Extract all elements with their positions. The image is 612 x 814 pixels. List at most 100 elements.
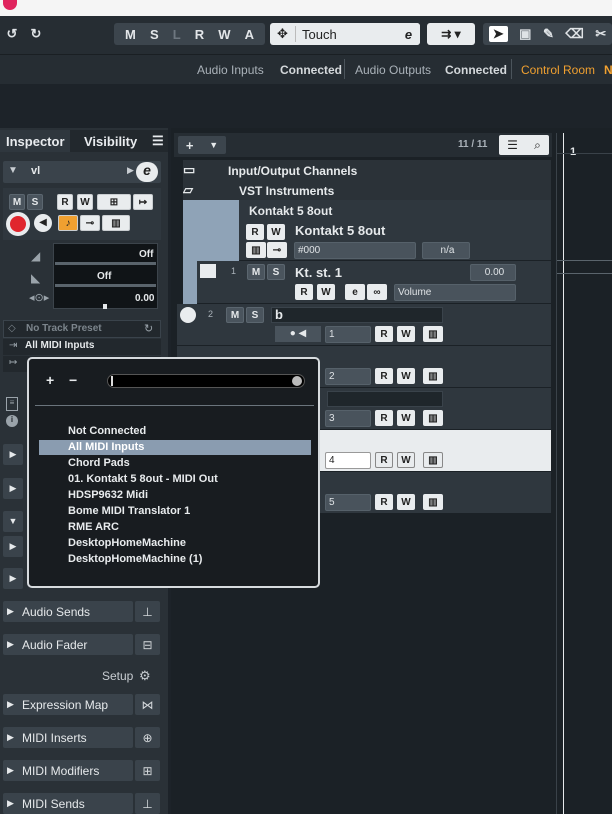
inspector-track-header[interactable]: ▼ vl ▶ e (3, 161, 161, 183)
list-view-icon[interactable]: ☰ (507, 138, 518, 152)
add-button[interactable]: + (46, 372, 54, 388)
section-expand-icon[interactable]: ▶ (3, 536, 23, 557)
menu-icon[interactable]: ☰ (146, 130, 166, 152)
list-icon[interactable]: ≡ (6, 397, 18, 411)
edit-in-place-icon[interactable]: ↦ (133, 194, 153, 210)
track-preset-row[interactable]: ◇ No Track Preset ↻ (3, 320, 161, 338)
tab-visibility[interactable]: Visibility (78, 130, 144, 152)
section-midi-inserts[interactable]: ▶ MIDI Inserts (3, 727, 133, 748)
nudge-mode-select[interactable]: ⇉ ▾ (427, 23, 475, 45)
section-expand-icon[interactable]: ▶ (3, 444, 23, 465)
playhead[interactable] (563, 133, 564, 814)
color-field[interactable]: #000 (294, 242, 416, 259)
listen-mode-button[interactable]: L (173, 27, 181, 42)
keyboard-icon[interactable]: ▥ (423, 410, 443, 426)
midi-channel[interactable]: 1 (325, 326, 371, 343)
write-button[interactable]: W (397, 368, 415, 384)
read-button[interactable]: R (375, 368, 393, 384)
volume-slider[interactable] (55, 262, 156, 265)
collapse-icon[interactable]: ▼ (8, 165, 18, 176)
inserts-icon[interactable]: ⊕ (135, 727, 160, 748)
search-input[interactable] (107, 374, 305, 388)
split-tool-icon[interactable]: ✂ (595, 26, 606, 42)
monitor-icon[interactable]: ◀ (34, 214, 52, 232)
keyboard-icon[interactable]: ▥ (423, 494, 443, 510)
e-icon[interactable]: e (345, 284, 365, 300)
menu-item[interactable]: DesktopHomeMachine (39, 536, 311, 551)
pan-slider[interactable] (55, 284, 156, 287)
tab-inspector[interactable]: Inspector (0, 130, 70, 152)
write-button[interactable]: W (397, 452, 415, 468)
midi-channel[interactable]: 5 (325, 494, 371, 511)
section-midi-sends[interactable]: ▶ MIDI Sends (3, 793, 133, 814)
menu-item-selected[interactable]: All MIDI Inputs (39, 440, 311, 455)
write-button[interactable]: W (317, 284, 335, 300)
pointer-tool-icon[interactable]: ➤ (488, 26, 508, 42)
expression-map-icon[interactable]: ⋈ (135, 694, 160, 715)
solo-button[interactable]: S (246, 307, 264, 323)
solo-button[interactable]: S (27, 194, 43, 210)
e-icon[interactable]: e (397, 23, 420, 45)
add-track-button[interactable]: + ▼ (178, 136, 226, 154)
folder-track-vst[interactable]: ▱ VST Instruments (177, 180, 551, 200)
redo-icon[interactable]: ↻ (26, 23, 46, 45)
read-button[interactable]: R (375, 410, 393, 426)
erase-tool-icon[interactable]: ⌫ (565, 26, 583, 42)
section-expand-icon[interactable]: ▶ (3, 478, 23, 499)
solo-mode-button[interactable]: S (150, 27, 159, 42)
menu-item[interactable]: Not Connected (39, 424, 311, 439)
menu-item[interactable]: DesktopHomeMachine (1) (39, 552, 311, 567)
gear-icon[interactable]: ⚙ (139, 668, 151, 684)
write-button[interactable]: W (397, 410, 415, 426)
audio-inputs-label[interactable]: Audio Inputs (197, 63, 264, 77)
section-midi-modifiers[interactable]: ▶ MIDI Modifiers (3, 760, 133, 781)
automation-param[interactable]: Volume (394, 284, 516, 301)
menu-item[interactable]: Bome MIDI Translator 1 (39, 504, 311, 519)
midi-input-row[interactable]: ⇥ All MIDI Inputs (3, 339, 161, 355)
draw-tool-icon[interactable]: ✎ (543, 26, 554, 42)
lock-icon[interactable]: ⊸ (267, 242, 287, 258)
read-button[interactable]: R (295, 284, 313, 300)
automation-expand-icon[interactable]: ⊞ (97, 194, 131, 210)
menu-item[interactable]: 01. Kontakt 5 8out - MIDI Out (39, 472, 311, 487)
midi-channel[interactable]: 3 (325, 410, 371, 427)
mute-button[interactable]: M (9, 194, 25, 210)
write-button[interactable]: W (397, 326, 415, 342)
mute-button[interactable]: M (226, 307, 244, 323)
delay-handle[interactable] (103, 304, 107, 309)
link-icon[interactable]: ∞ (367, 284, 387, 300)
a-mode-button[interactable]: A (245, 27, 254, 42)
write-button[interactable]: W (267, 224, 285, 240)
record-enable-button[interactable] (6, 212, 30, 236)
midi-channel[interactable]: 4 (325, 452, 371, 469)
read-button[interactable]: R (375, 326, 393, 342)
keyboard-icon[interactable]: ▥ (423, 326, 443, 342)
mute-button[interactable]: M (247, 264, 265, 280)
solo-button[interactable]: S (267, 264, 285, 280)
audio-outputs-label[interactable]: Audio Outputs (355, 63, 431, 77)
keyboard-icon[interactable]: ▥ (102, 215, 130, 231)
reset-icon[interactable]: ↻ (144, 322, 153, 335)
range-tool-icon[interactable]: ▣ (519, 26, 531, 42)
fader-icon[interactable]: ⊟ (135, 634, 160, 655)
sends-icon[interactable]: ⊥ (135, 601, 160, 622)
menu-item[interactable]: Chord Pads (39, 456, 311, 471)
read-button[interactable]: R (246, 224, 264, 240)
lock-icon[interactable]: ⊸ (80, 215, 100, 231)
midi-track[interactable]: 2 M S b ● ◀ 1 R W ▥ (177, 304, 551, 346)
section-expression-map[interactable]: ▶ Expression Map (3, 694, 133, 715)
menu-item[interactable]: RME ARC (39, 520, 311, 535)
menu-item[interactable]: HDSP9632 Midi (39, 488, 311, 503)
write-mode-button[interactable]: W (218, 27, 230, 42)
na-field[interactable]: n/a (422, 242, 470, 259)
track-name-field[interactable]: b (271, 307, 443, 323)
write-button[interactable]: W (397, 494, 415, 510)
section-expand-icon[interactable]: ▶ (3, 568, 23, 589)
control-room-label[interactable]: Control Room (521, 63, 595, 77)
mute-mode-button[interactable]: M (125, 27, 136, 42)
record-monitor-icons[interactable]: ● ◀ (275, 326, 321, 342)
read-button[interactable]: R (375, 494, 393, 510)
kt-track[interactable]: 1 M S Kt. st. 1 0.00 R W e ∞ Volume (197, 261, 551, 304)
midi-sends-icon[interactable]: ⊥ (135, 793, 160, 814)
keyboard-icon[interactable]: ▥ (423, 368, 443, 384)
